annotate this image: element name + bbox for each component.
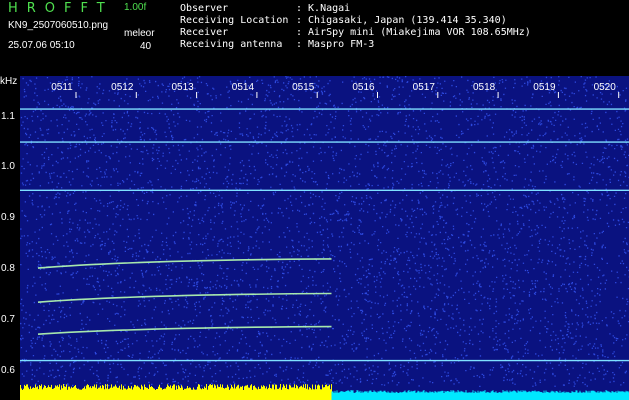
x-tick-label: 0520 (594, 82, 617, 93)
y-tick-label: 0.8 (1, 263, 15, 275)
location-value: : Chigasaki, Japan (139.414 35.340) (296, 15, 507, 26)
y-tick-label: 1.1 (1, 110, 15, 122)
receiver-label: Receiver (180, 27, 229, 38)
app-title: HROFFT (8, 1, 114, 16)
location-label: Receiving Location (180, 15, 289, 26)
y-tick-label: 0.6 (1, 364, 15, 376)
mode-value: 40 (140, 41, 152, 52)
app-version: 1.00f (124, 2, 147, 13)
x-tick-label: 0511 (51, 82, 73, 93)
x-tick-label: 0512 (111, 82, 134, 93)
file-name: KN9_2507060510.png (8, 20, 109, 31)
y-tick-label: 1.0 (1, 161, 15, 173)
observer-label: Observer (180, 3, 229, 14)
y-axis-unit: kHz (0, 76, 18, 87)
header-panel: HROFFT 1.00f KN9_2507060510.png 25.07.06… (0, 0, 629, 76)
x-tick-label: 0518 (473, 82, 496, 93)
x-tick-label: 0516 (352, 82, 375, 93)
observer-value: : K.Nagai (296, 3, 351, 14)
y-tick-label: 0.9 (1, 212, 15, 224)
spectrogram[interactable]: 0511 0512 0513 0514 0515 0516 0517 0518 0519 0520 (20, 76, 629, 400)
x-tick-label: 0513 (171, 82, 194, 93)
recording-datetime: 25.07.06 05:10 (8, 40, 75, 51)
mode-label: meleor (124, 28, 155, 39)
y-tick-label: 0.7 (1, 313, 15, 325)
antenna-label: Receiving antenna (180, 39, 283, 50)
x-tick-label: 0515 (292, 82, 315, 93)
antenna-value: : Maspro FM-3 (296, 39, 375, 50)
x-tick-label: 0517 (413, 82, 436, 93)
spectrogram-background (20, 76, 629, 400)
x-tick-label: 0519 (533, 82, 556, 93)
receiver-value: : AirSpy mini (Miakejima VOR 108.65MHz) (296, 27, 531, 38)
x-tick-label: 0514 (232, 82, 255, 93)
